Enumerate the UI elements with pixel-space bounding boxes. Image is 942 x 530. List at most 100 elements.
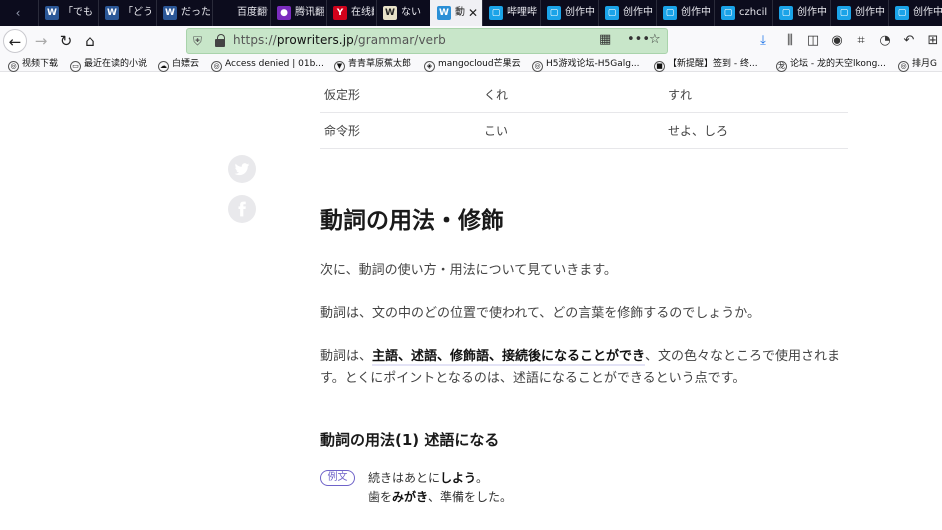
tab-label: 「どう — [123, 7, 153, 18]
bookmark-item[interactable]: ▼ 青青草原蕉太郎 — [334, 56, 411, 72]
bookmark-item[interactable]: ▭ 最近在读的小说 — [70, 56, 147, 72]
bookmark-label: 排月G — [912, 59, 937, 69]
tab[interactable]: ▢ 创作中 — [540, 0, 598, 26]
bookmark-label: 视频下载 — [22, 59, 59, 69]
tab-label: 创作中 — [913, 7, 942, 18]
tab-favicon-icon: ▢ — [721, 6, 735, 20]
back-button[interactable]: ← — [3, 29, 27, 53]
tab-favicon-icon: ▢ — [663, 6, 677, 20]
facebook-icon — [238, 201, 246, 217]
conjugation-form: 命令形 — [324, 124, 361, 138]
bookmark-favicon-icon: ◈ — [424, 61, 435, 72]
example-text: 歯を — [368, 490, 393, 504]
tab[interactable]: ▢ 创作中 — [656, 0, 714, 26]
conjugation-kuru: くれ — [484, 88, 509, 102]
highlighted-text: 主語、述語、修飾語、接続後になることができ — [372, 349, 646, 366]
tab-close-icon[interactable]: ✕ — [468, 0, 478, 26]
bookmark-favicon-icon: ◎ — [211, 61, 222, 72]
address-bar[interactable]: ⛨ https://prowriters.jp/grammar/verb ▦ •… — [186, 28, 668, 54]
conjugation-suru: すれ — [668, 88, 693, 102]
bookmark-favicon-icon: ■ — [654, 61, 665, 72]
lock-icon[interactable] — [215, 34, 225, 47]
bookmark-item[interactable]: ■ 【新提醒】签到 - 终... — [654, 56, 758, 72]
bookmark-favicon-icon: 龙 — [776, 61, 787, 72]
bookmark-label: 白嫖云 — [172, 59, 200, 69]
tab[interactable]: ▢ 创作中 — [598, 0, 656, 26]
tab-label: 腾讯翻 — [295, 7, 324, 18]
bookmark-item[interactable]: ◎ Access denied | 01b... — [211, 56, 324, 72]
page-actions-icon[interactable]: ••• — [627, 32, 650, 47]
conjugation-row: 命令形 こい せよ、しろ — [320, 113, 848, 149]
conjugation-row: 仮定形 くれ すれ — [320, 77, 848, 113]
tab[interactable]: Y 在线翻 — [326, 0, 376, 26]
tab[interactable]: 百度翻译 — [212, 0, 270, 26]
tab-favicon-icon: W — [383, 6, 397, 20]
tab-scroll-left-icon[interactable]: ‹ — [0, 0, 36, 26]
bookmark-label: Access denied | 01b... — [225, 59, 324, 69]
paragraph-text: 動詞は、 — [320, 349, 373, 364]
forward-button[interactable]: → — [29, 29, 53, 53]
tab[interactable]: W 「でも — [38, 0, 98, 26]
tab[interactable]: ▢ 哔哩哔 — [482, 0, 540, 26]
tab-label: 创作中 — [623, 7, 653, 18]
bookmark-item[interactable]: ◎ H5游戏论坛-H5Galg... — [532, 56, 640, 72]
extension-icon[interactable]: ⊞ — [924, 32, 942, 50]
chat-icon[interactable]: ◔ — [876, 32, 894, 50]
tab-label: 创作中 — [565, 7, 595, 18]
library-icon[interactable]: ⫼ — [781, 32, 799, 50]
tracking-shield-icon[interactable]: ⛨ — [193, 34, 202, 49]
tab-label: 百度翻译 — [237, 7, 268, 18]
undo-icon[interactable]: ↶ — [900, 32, 918, 50]
facebook-share-button[interactable] — [228, 195, 256, 223]
qr-code-icon[interactable]: ▦ — [599, 32, 611, 47]
tab-favicon-icon — [219, 6, 233, 20]
tab[interactable]: ▢ 创作中 — [830, 0, 888, 26]
bookmark-item[interactable]: 龙论坛 - 龙的天空lkong... — [776, 56, 886, 72]
example-sentence: 歯をみがき、準備をした。 — [368, 488, 512, 505]
tab-favicon-icon: W — [105, 6, 119, 20]
example-sentence: 続きはあとにしよう。 — [368, 469, 488, 486]
tab-label: 在线翻 — [351, 7, 374, 18]
tab-favicon-icon: ▢ — [837, 6, 851, 20]
bookmark-label: 青青草原蕉太郎 — [348, 59, 412, 69]
twitter-icon — [234, 163, 250, 176]
tab-label: 创作中 — [797, 7, 827, 18]
bookmark-item[interactable]: ☁ 白嫖云 — [158, 56, 199, 72]
paragraph: 次に、動詞の使い方・用法について見ていきます。 — [320, 263, 617, 278]
tab-favicon-icon: ▢ — [895, 6, 909, 20]
tab-label: 创作中 — [855, 7, 885, 18]
paragraph: 動詞は、文の中のどの位置で使われて、どの言葉を修飾するのでしょうか。 — [320, 306, 761, 321]
bookmark-favicon-icon: ▭ — [70, 61, 81, 72]
bookmark-label: 最近在读的小说 — [84, 59, 148, 69]
tab-favicon-icon: W — [437, 6, 451, 20]
bookmark-item[interactable]: ◎ 视频下载 — [8, 56, 58, 72]
tab[interactable]: ▢ 创作中 — [772, 0, 830, 26]
tab[interactable]: ● 腾讯翻 — [270, 0, 326, 26]
tab[interactable]: ▢ 创作中 — [888, 0, 942, 26]
tab-favicon-icon: ▢ — [489, 6, 503, 20]
conjugation-kuru: こい — [484, 124, 509, 138]
tab-active[interactable]: W 動 ✕ — [430, 0, 482, 26]
tab[interactable]: W ない — [376, 0, 430, 26]
tab[interactable]: W 「どう — [98, 0, 156, 26]
bookmark-item[interactable]: ◈ mangocloud芒果云 — [424, 56, 521, 72]
downloads-icon[interactable]: ⤓ — [754, 32, 772, 50]
screenshot-crop-icon[interactable]: ⌗ — [852, 32, 870, 50]
bookmark-star-icon[interactable]: ☆ — [649, 32, 661, 47]
sidebar-icon[interactable]: ◫ — [804, 32, 822, 50]
navigation-toolbar: ← → ↻ ⌂ ⛨ https://prowriters.jp/grammar/… — [0, 26, 942, 56]
account-icon[interactable]: ◉ — [828, 32, 846, 50]
bookmark-favicon-icon: ◎ — [532, 61, 543, 72]
url-text[interactable]: https://prowriters.jp/grammar/verb — [233, 33, 446, 47]
bookmark-item[interactable]: ◎ 排月G — [898, 56, 937, 72]
tab[interactable]: ▢ czhcil — [714, 0, 772, 26]
tab-label: 哔哩哔 — [507, 7, 537, 18]
tab-label: 「でも — [63, 7, 93, 18]
tab[interactable]: W だった — [156, 0, 212, 26]
reload-button[interactable]: ↻ — [54, 29, 78, 53]
tab-favicon-icon: W — [45, 6, 59, 20]
home-button[interactable]: ⌂ — [78, 29, 102, 53]
twitter-share-button[interactable] — [228, 155, 256, 183]
tab-favicon-icon: W — [163, 6, 177, 20]
tab-favicon-icon: ● — [277, 6, 291, 20]
